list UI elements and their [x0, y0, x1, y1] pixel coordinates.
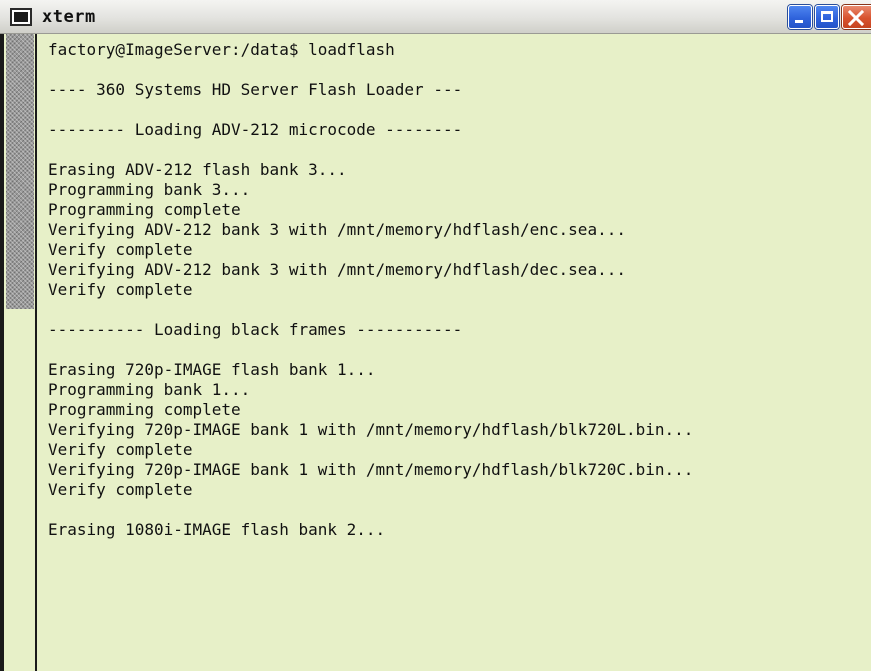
scrollbar-divider — [35, 34, 37, 671]
terminal-icon[interactable] — [10, 8, 32, 26]
maximize-icon — [821, 11, 833, 22]
terminal-line: Verifying ADV-212 bank 3 with /mnt/memor… — [48, 220, 626, 239]
terminal-line: ---- 360 Systems HD Server Flash Loader … — [48, 80, 463, 99]
terminal-line: Verifying 720p-IMAGE bank 1 with /mnt/me… — [48, 420, 694, 439]
close-button[interactable] — [842, 5, 871, 29]
maximize-button[interactable] — [815, 5, 839, 29]
xterm-window: xterm factory@ImageServer:/data$ loadfla… — [0, 0, 871, 671]
minimize-button[interactable] — [788, 5, 812, 29]
terminal-line: factory@ImageServer:/data$ loadflash — [48, 40, 395, 59]
window-title: xterm — [42, 7, 96, 27]
terminal-output[interactable]: factory@ImageServer:/data$ loadflash ---… — [48, 40, 863, 668]
terminal-line: ---------- Loading black frames --------… — [48, 320, 463, 339]
terminal-line: Programming bank 1... — [48, 380, 251, 399]
minimize-icon — [795, 20, 803, 23]
terminal-line: -------- Loading ADV-212 microcode -----… — [48, 120, 463, 139]
terminal-line: Verifying 720p-IMAGE bank 1 with /mnt/me… — [48, 460, 694, 479]
terminal-line: Programming bank 3... — [48, 180, 251, 199]
terminal-line: Erasing ADV-212 flash bank 3... — [48, 160, 347, 179]
terminal-line: Verify complete — [48, 280, 193, 299]
terminal-line: Verify complete — [48, 440, 193, 459]
terminal-line: Erasing 720p-IMAGE flash bank 1... — [48, 360, 376, 379]
terminal-line: Erasing 1080i-IMAGE flash bank 2... — [48, 520, 386, 539]
terminal-line: Verifying ADV-212 bank 3 with /mnt/memor… — [48, 260, 626, 279]
terminal-line: Verify complete — [48, 480, 193, 499]
scrollbar-thumb[interactable] — [6, 34, 34, 309]
terminal-line: Programming complete — [48, 200, 241, 219]
close-icon — [847, 9, 865, 27]
title-bar[interactable]: xterm — [0, 0, 871, 34]
terminal-line: Verify complete — [48, 240, 193, 259]
terminal-line: Programming complete — [48, 400, 241, 419]
